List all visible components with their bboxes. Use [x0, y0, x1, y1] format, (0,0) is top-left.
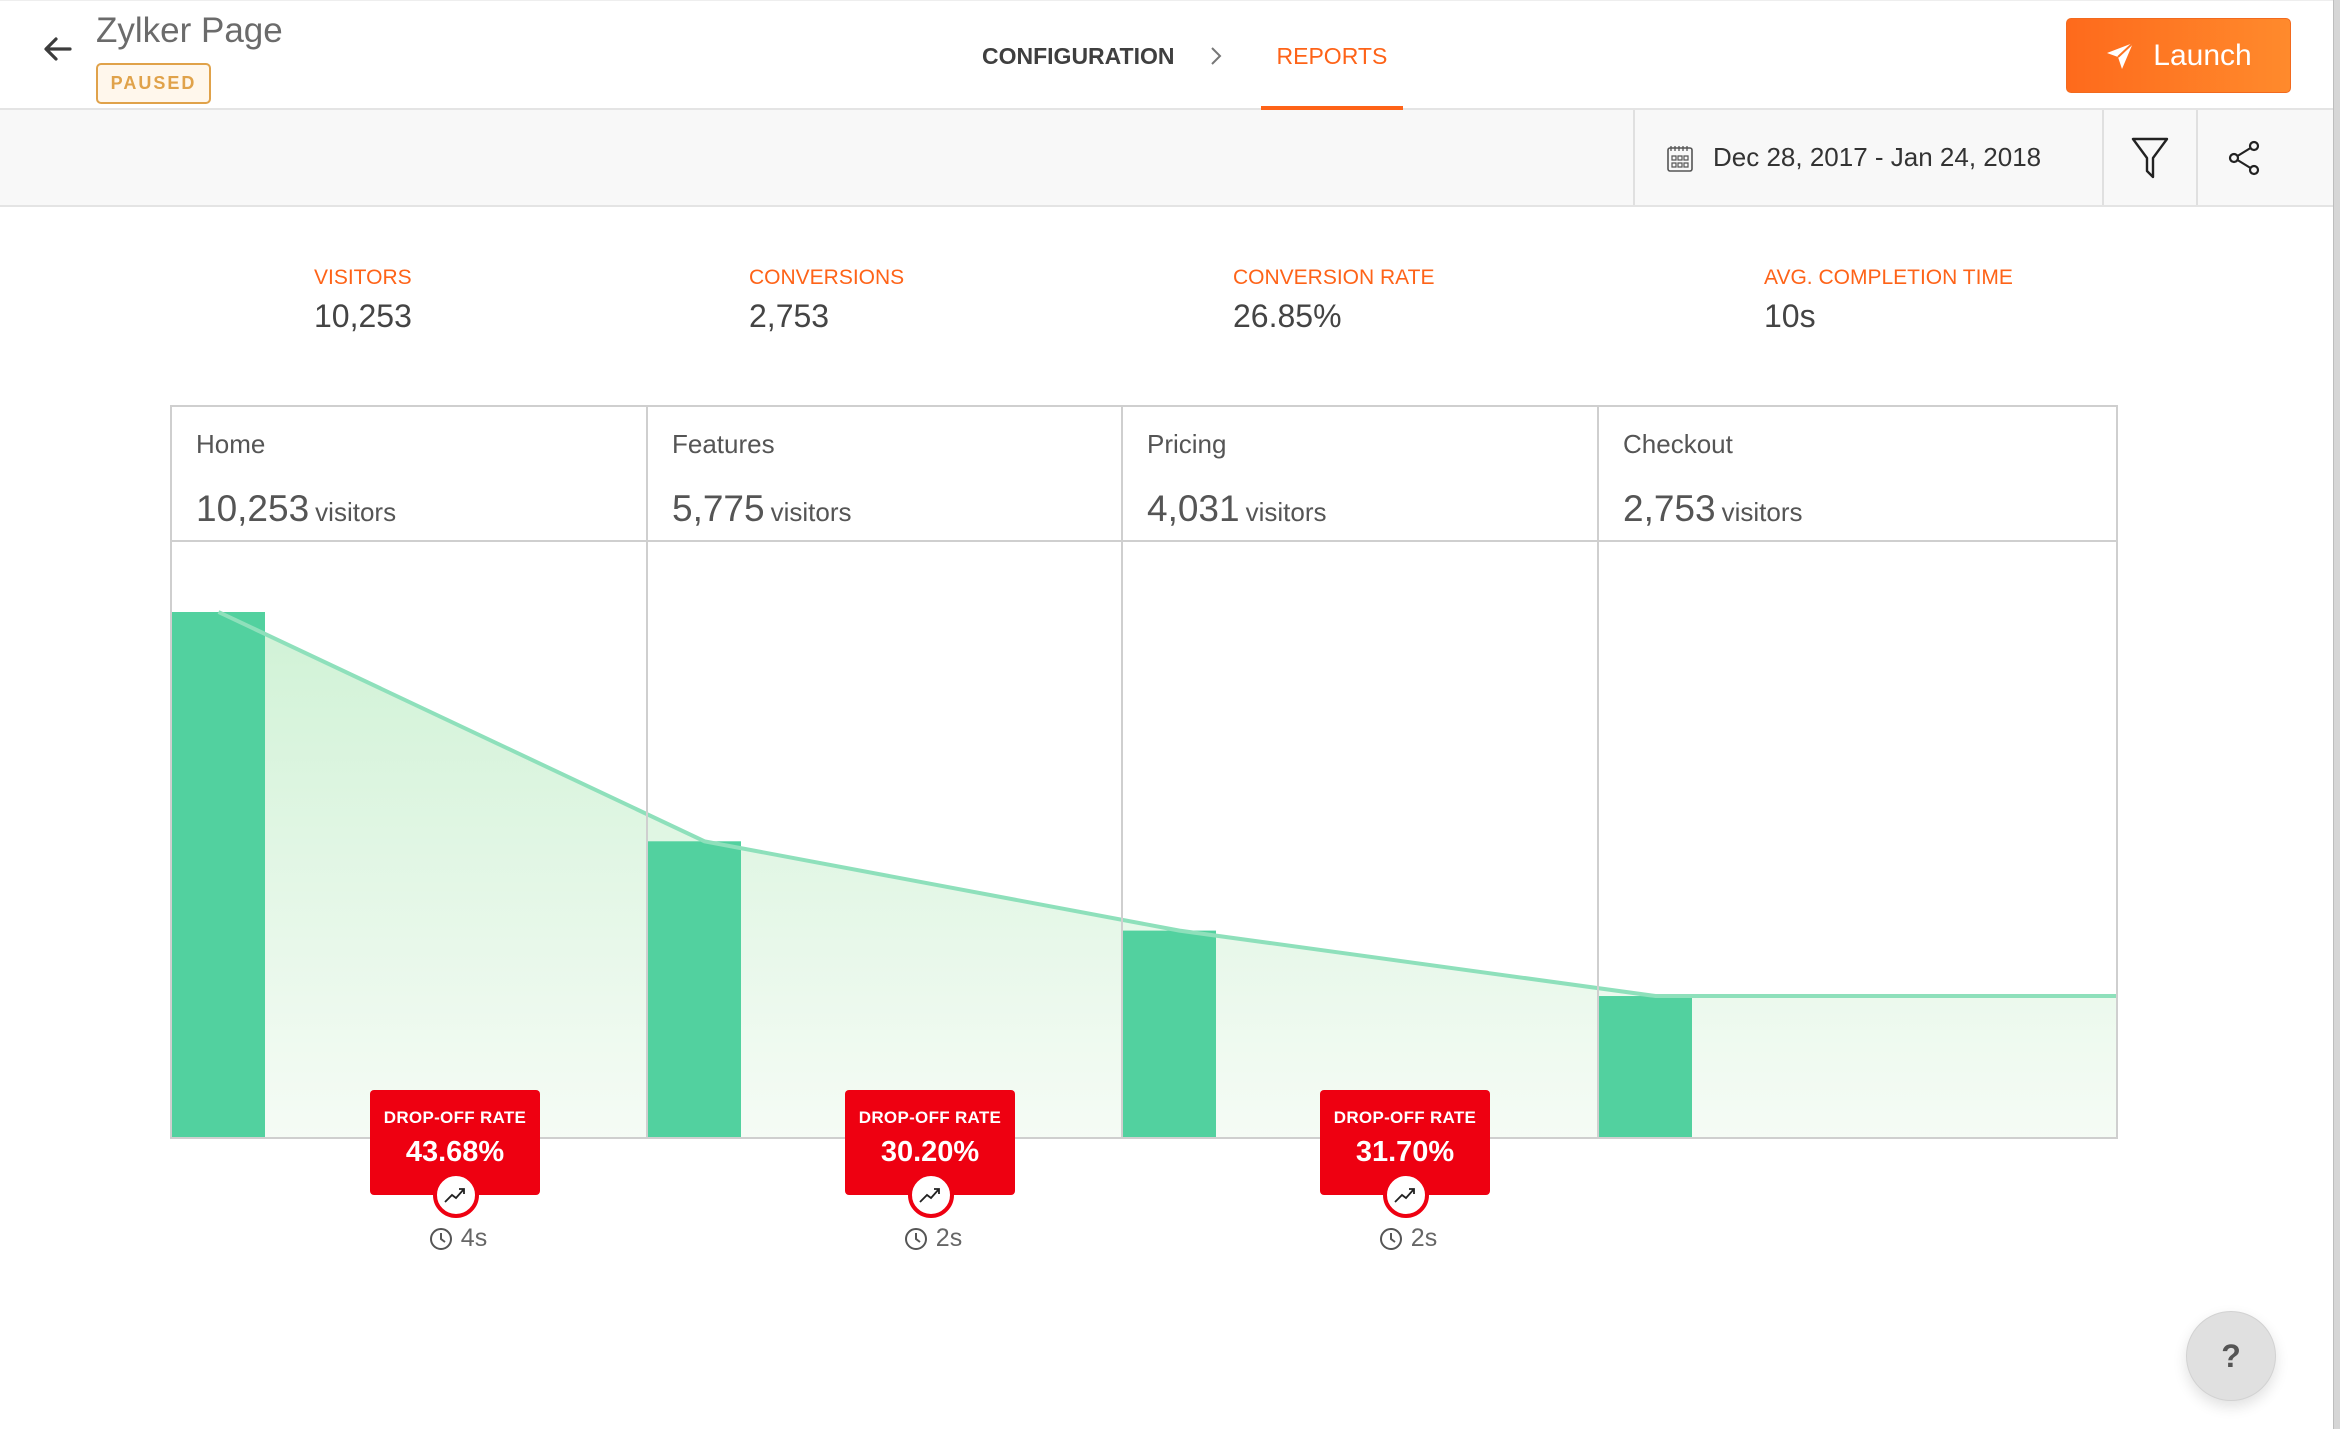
step-unit: visitors	[1245, 497, 1327, 527]
dropoff-time: 2s	[1323, 1224, 1493, 1253]
column-divider	[646, 542, 648, 1137]
funnel-step-home[interactable]: Home 10,253 visitors	[172, 407, 648, 542]
stat-label: VISITORS	[314, 266, 412, 289]
clock-icon	[429, 1227, 452, 1250]
funnel-bar-home[interactable]	[172, 612, 265, 1137]
step-unit: visitors	[770, 497, 852, 527]
dropoff-badge[interactable]: DROP-OFF RATE 31.70%	[1320, 1090, 1490, 1218]
step-count: 5,775	[672, 488, 765, 529]
page: Zylker Page PAUSED CONFIGURATION REPORTS…	[0, 0, 2333, 1429]
clock-icon	[904, 1227, 927, 1250]
launch-label: Launch	[2153, 38, 2252, 72]
column-divider	[1597, 542, 1599, 1137]
stat-value: 10,253	[314, 298, 412, 334]
column-divider	[1121, 542, 1123, 1137]
stat-value: 26.85%	[1233, 298, 1342, 334]
step-count: 2,753	[1623, 488, 1716, 529]
share-icon	[2228, 140, 2260, 175]
stat-value: 2,753	[749, 298, 830, 334]
trend-up-icon	[433, 1172, 479, 1218]
dropoff-time-value: 2s	[1410, 1224, 1438, 1252]
calendar-icon	[1667, 145, 1693, 172]
launch-button[interactable]: Launch	[2066, 18, 2291, 93]
trend-up-icon	[908, 1172, 954, 1218]
step-count: 4,031	[1147, 488, 1240, 529]
dropoff-time: 2s	[848, 1224, 1018, 1253]
step-name: Features	[672, 429, 775, 459]
funnel-bar-pricing[interactable]	[1123, 930, 1216, 1137]
step-name: Pricing	[1147, 429, 1227, 459]
dropoff-rate: 43.68%	[405, 1136, 505, 1168]
back-button[interactable]	[40, 31, 76, 67]
stat-label: AVG. COMPLETION TIME	[1764, 266, 2013, 289]
stat-visitors: VISITORS 10,253	[314, 266, 412, 335]
chevron-right-icon	[1210, 47, 1221, 65]
tab-configuration[interactable]: CONFIGURATION	[982, 1, 1175, 111]
dropoff-label: DROP-OFF RATE	[858, 1108, 1002, 1127]
arrow-left-icon	[44, 37, 72, 61]
dropoff-time-value: 2s	[935, 1224, 963, 1252]
report-toolbar: Dec 28, 2017 - Jan 24, 2018	[0, 110, 2333, 207]
funnel-step-features[interactable]: Features 5,775 visitors	[648, 407, 1123, 542]
stat-avg-completion-time: AVG. COMPLETION TIME 10s	[1764, 266, 2013, 335]
dropoff-time-value: 4s	[460, 1224, 488, 1252]
funnel-bar-features[interactable]	[648, 841, 741, 1137]
trend-up-icon	[1383, 1172, 1429, 1218]
stat-value: 10s	[1764, 298, 1816, 334]
funnel-bar-checkout[interactable]	[1599, 996, 1692, 1137]
step-unit: visitors	[315, 497, 397, 527]
stat-conversions: CONVERSIONS 2,753	[749, 266, 904, 335]
page-title: Zylker Page	[96, 11, 283, 50]
status-badge: PAUSED	[96, 63, 211, 104]
dropoff-badge[interactable]: DROP-OFF RATE 43.68%	[370, 1090, 540, 1218]
funnel-step-pricing[interactable]: Pricing 4,031 visitors	[1123, 407, 1599, 542]
stat-conversion-rate: CONVERSION RATE 26.85%	[1233, 266, 1434, 335]
step-name: Home	[196, 429, 266, 459]
dropoff-label: DROP-OFF RATE	[383, 1108, 527, 1127]
dropoff-rate: 30.20%	[880, 1136, 980, 1168]
funnel-chart: Home 10,253 visitors Features 5,775 visito…	[170, 405, 2118, 1139]
send-icon	[2107, 41, 2134, 69]
dropoff-label: DROP-OFF RATE	[1333, 1108, 1477, 1127]
clock-icon	[1379, 1227, 1402, 1250]
filter-button[interactable]	[2102, 110, 2196, 205]
funnel-step-checkout[interactable]: Checkout 2,753 visitors	[1599, 407, 2116, 542]
dropoff-rate: 31.70%	[1355, 1136, 1455, 1168]
stat-label: CONVERSION RATE	[1233, 266, 1435, 289]
top-header: Zylker Page PAUSED CONFIGURATION REPORTS…	[0, 0, 2333, 111]
vertical-scrollbar[interactable]	[2333, 0, 2340, 1429]
date-range-picker[interactable]: Dec 28, 2017 - Jan 24, 2018	[1633, 110, 2102, 205]
step-name: Checkout	[1623, 429, 1733, 459]
breadcrumb: CONFIGURATION REPORTS	[982, 1, 1404, 111]
step-unit: visitors	[1721, 497, 1803, 527]
dropoff-badge[interactable]: DROP-OFF RATE 30.20%	[845, 1090, 1015, 1218]
step-count: 10,253	[196, 488, 310, 529]
stat-label: CONVERSIONS	[749, 266, 905, 289]
help-button[interactable]: ?	[2186, 1311, 2276, 1401]
date-range-text: Dec 28, 2017 - Jan 24, 2018	[1713, 142, 2042, 172]
share-button[interactable]	[2196, 110, 2290, 205]
filter-icon	[2131, 137, 2169, 178]
dropoff-time: 4s	[373, 1224, 543, 1253]
tab-reports[interactable]: REPORTS	[1260, 1, 1404, 111]
